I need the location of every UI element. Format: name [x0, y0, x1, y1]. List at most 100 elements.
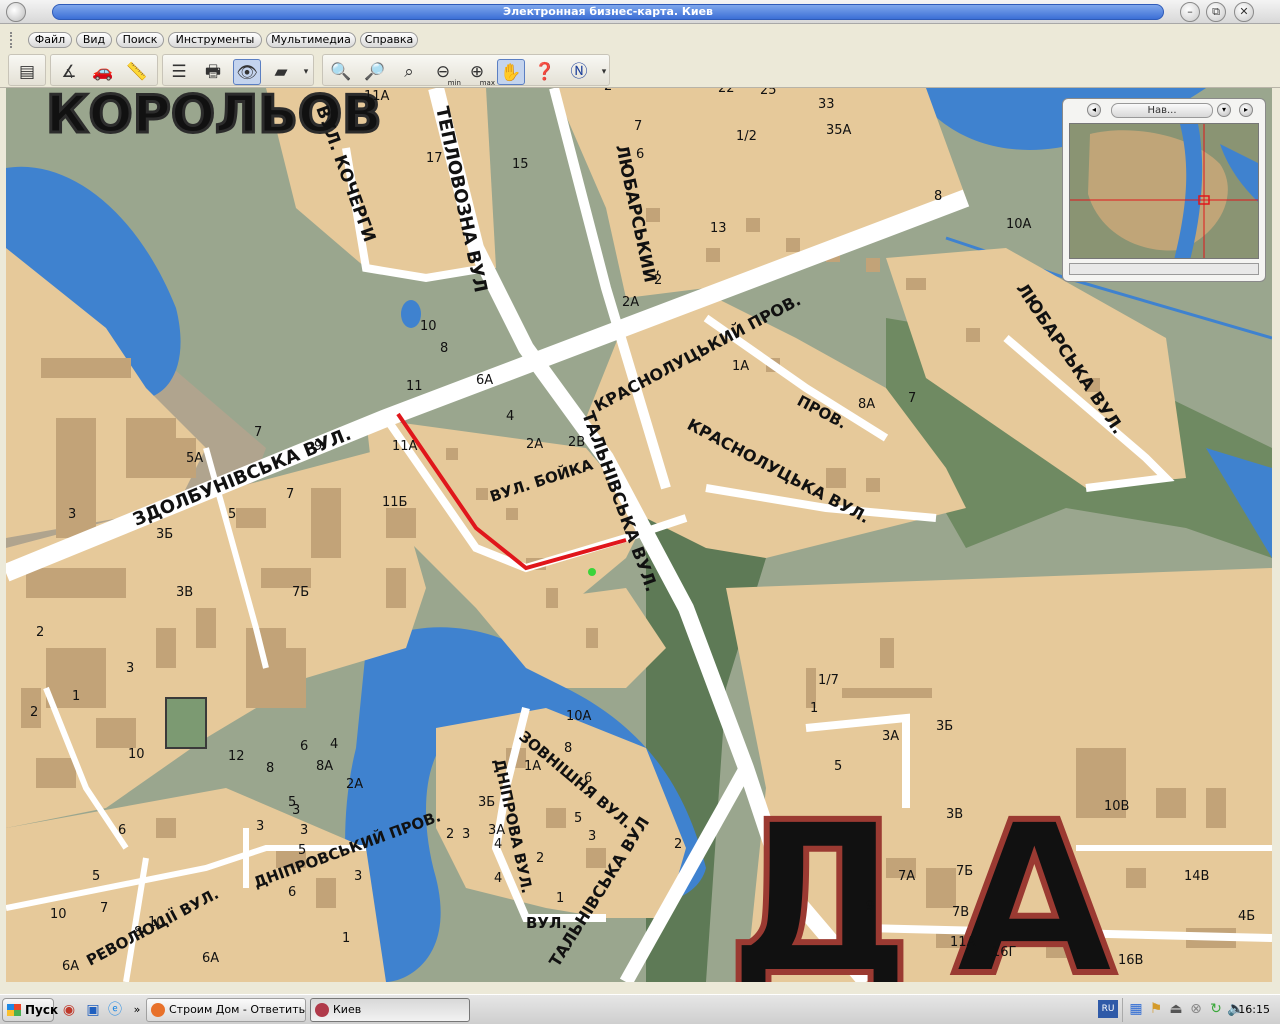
- start-button[interactable]: Пуск: [2, 998, 58, 1022]
- house-number: 6: [636, 147, 644, 162]
- zoom-out-icon[interactable]: 🔍: [327, 59, 355, 85]
- update-icon[interactable]: ↻: [1207, 1000, 1225, 1018]
- ie-icon[interactable]: ⓔ: [106, 1001, 124, 1019]
- chevron-down-icon[interactable]: ▾: [599, 59, 609, 85]
- house-number: 9: [314, 439, 322, 454]
- house-number: 6: [118, 823, 126, 838]
- windows-logo-icon: [7, 1004, 21, 1016]
- task-firefox[interactable]: Строим Дом - Ответить...: [146, 998, 306, 1022]
- house-number: 3Б: [478, 795, 495, 810]
- route-end-marker[interactable]: [588, 568, 596, 576]
- application-window: Электронная бизнес-карта. Киев – ⧉ ✕ Фай…: [0, 0, 1280, 1024]
- house-number: 7: [634, 119, 642, 134]
- menu-help[interactable]: Справка: [360, 32, 418, 48]
- house-number: 7: [908, 391, 916, 406]
- overview-scrollbar[interactable]: [1069, 263, 1259, 275]
- toolbar-group-zoom: 🔍 🔎 ⌕ ⊖ min ⊕ max ✋ ❓ Ⓝ ▾: [322, 54, 610, 87]
- overview-prev-icon[interactable]: ◂: [1087, 103, 1101, 117]
- app-icon[interactable]: [6, 2, 26, 22]
- house-number: 11Б: [382, 495, 407, 510]
- house-number: 2А: [622, 295, 639, 310]
- window-title: Электронная бизнес-карта. Киев: [52, 4, 1164, 20]
- house-number: 8А: [858, 397, 875, 412]
- house-number: 5: [92, 869, 100, 884]
- firefox-icon: [151, 1003, 165, 1017]
- overview-title: Нав...: [1111, 103, 1213, 118]
- chevron-more-icon[interactable]: »: [128, 1001, 146, 1019]
- print-icon[interactable]: 🖶: [199, 59, 227, 85]
- title-bar: Электронная бизнес-карта. Киев – ⧉ ✕: [0, 0, 1280, 24]
- house-number: 1: [810, 701, 818, 716]
- opera-icon[interactable]: ◉: [60, 1001, 78, 1019]
- eye-icon[interactable]: 👁: [233, 59, 261, 85]
- toolbar-group-layers: ▤: [8, 54, 46, 86]
- menu-file[interactable]: Файл: [28, 32, 72, 48]
- district-label-2: ДА: [726, 777, 1156, 982]
- ruler-icon[interactable]: 📏: [123, 59, 151, 85]
- house-number: 3А: [882, 729, 899, 744]
- network-icon[interactable]: ▦: [1127, 1000, 1145, 1018]
- measure-angle-icon[interactable]: ∡: [55, 59, 83, 85]
- task-kiev[interactable]: Киев: [310, 998, 470, 1022]
- house-number: 10В: [1104, 799, 1129, 814]
- house-number: 3: [588, 829, 596, 844]
- security-icon[interactable]: ⚑: [1147, 1000, 1165, 1018]
- house-number: 1: [342, 931, 350, 946]
- task-label: Киев: [333, 1003, 362, 1016]
- zoom-min-icon[interactable]: ⊖ min: [429, 59, 461, 87]
- menu-tools[interactable]: Инструменты: [168, 32, 262, 48]
- house-number: 7А: [898, 869, 915, 884]
- overview-map[interactable]: [1069, 123, 1259, 259]
- language-indicator[interactable]: RU: [1098, 1000, 1118, 1018]
- taskbar: Пуск ◉ ▣ ⓔ » Строим Дом - Ответить... Ки…: [0, 994, 1280, 1024]
- house-number: 7Б: [956, 864, 973, 879]
- house-number: 1А: [732, 359, 749, 374]
- info-help-icon[interactable]: ❓: [531, 59, 559, 85]
- house-number: 6: [288, 885, 296, 900]
- menu-grip-icon[interactable]: [10, 32, 16, 48]
- house-number: 11А: [950, 935, 976, 950]
- overview-navigator[interactable]: ◂ Нав... ▾ ▸: [1062, 98, 1266, 282]
- house-number: 13: [710, 221, 727, 236]
- route-car-icon[interactable]: 🚗: [89, 59, 117, 85]
- pan-hand-icon[interactable]: ✋: [497, 59, 525, 85]
- clock: 16:15: [1238, 1003, 1270, 1016]
- overview-next-icon[interactable]: ▸: [1239, 103, 1253, 117]
- house-number: 3В: [946, 807, 963, 822]
- house-number: 2: [446, 827, 454, 842]
- house-number: 7: [254, 425, 262, 440]
- chevron-down-icon[interactable]: ▾: [301, 59, 311, 85]
- north-arrow-icon[interactable]: Ⓝ: [565, 59, 593, 85]
- zoom-window-icon[interactable]: ⌕: [395, 59, 423, 85]
- house-number: 3: [126, 661, 134, 676]
- zoom-min-label: min: [447, 79, 461, 87]
- house-number: 8: [934, 189, 942, 204]
- house-number: 6А: [62, 959, 79, 974]
- eraser-icon[interactable]: ▰: [267, 59, 295, 85]
- close-circle-icon[interactable]: ⊗: [1187, 1000, 1205, 1018]
- house-number: 2: [654, 273, 662, 288]
- house-number: 33: [818, 97, 835, 112]
- restore-icon[interactable]: ⧉: [1206, 2, 1226, 22]
- house-number: 3Б: [936, 719, 953, 734]
- menu-multimedia[interactable]: Мультимедиа: [266, 32, 356, 48]
- zoom-in-icon[interactable]: 🔎: [361, 59, 389, 85]
- toolbar-group-measure: ∡ 🚗 📏: [50, 54, 158, 86]
- house-number: 2: [536, 851, 544, 866]
- close-icon[interactable]: ✕: [1234, 2, 1254, 22]
- minimize-icon[interactable]: –: [1180, 2, 1200, 22]
- house-number: 7Б: [292, 585, 309, 600]
- menu-view[interactable]: Вид: [76, 32, 112, 48]
- house-number: 2: [30, 705, 38, 720]
- zoom-max-icon[interactable]: ⊕ max: [463, 59, 495, 87]
- house-number: 1А: [524, 759, 541, 774]
- toolbar: ▤ ∡ 🚗 📏 ☰ 🖶 👁 ▰ ▾ 🔍 🔎 ⌕ ⊖ min ⊕ max ✋ ❓ Ⓝ …: [0, 52, 1280, 88]
- layers-icon[interactable]: ▤: [13, 59, 41, 85]
- save-disk-icon[interactable]: ▣: [84, 1001, 102, 1019]
- house-number: 2А: [346, 777, 363, 792]
- remove-hardware-icon[interactable]: ⏏: [1167, 1000, 1185, 1018]
- list-icon[interactable]: ☰: [165, 59, 193, 85]
- overview-chevron-icon[interactable]: ▾: [1217, 103, 1231, 117]
- menu-search[interactable]: Поиск: [116, 32, 164, 48]
- house-number: 5: [298, 843, 306, 858]
